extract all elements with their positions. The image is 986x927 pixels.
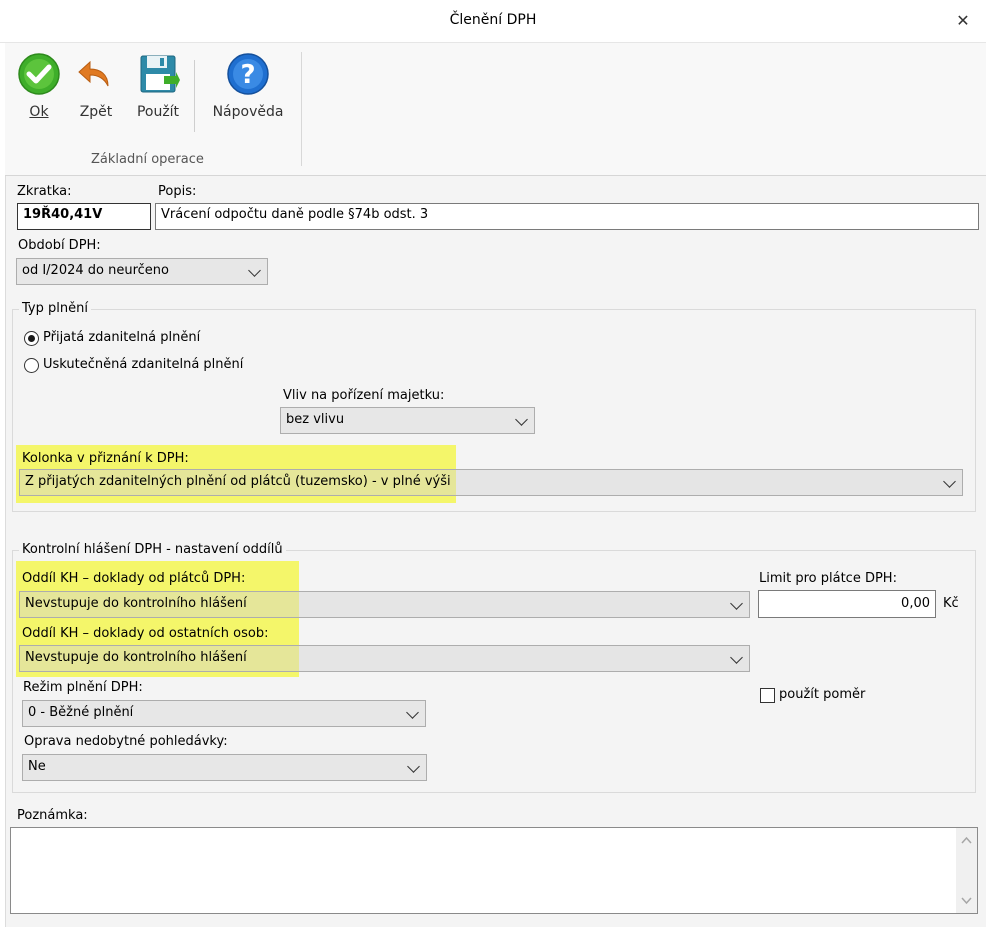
popis-input[interactable]: Vrácení odpočtu daně podle §74b odst. 3 — [155, 203, 979, 230]
help-question-icon: ? — [227, 53, 269, 95]
chevron-down-icon — [943, 475, 956, 488]
svg-text:?: ? — [240, 60, 255, 90]
chevron-down-icon — [407, 760, 420, 773]
obdobi-select[interactable]: od I/2024 do neurčeno — [16, 258, 268, 285]
chevron-down-icon — [730, 597, 743, 610]
save-floppy-icon — [140, 55, 180, 93]
radio-prijata-label[interactable]: Přijatá zdanitelná plnění — [43, 330, 200, 345]
kolonka-value: Z přijatých zdanitelných plnění od plátc… — [25, 474, 451, 489]
obdobi-value: od I/2024 do neurčeno — [22, 263, 169, 278]
close-icon: ✕ — [956, 11, 970, 30]
kolonka-label: Kolonka v přiznání k DPH: — [22, 451, 189, 466]
typ-plneni-legend: Typ plnění — [19, 301, 91, 316]
rezim-select[interactable]: 0 - Běžné plnění — [22, 700, 426, 727]
radio-selected-dot — [28, 335, 35, 342]
pomer-checkbox[interactable] — [760, 688, 775, 703]
oddil-ostatnich-select[interactable]: Nevstupuje do kontrolního hlášení — [19, 645, 750, 672]
radio-prijata[interactable] — [24, 331, 39, 346]
zkratka-input[interactable]: 19Ř40,41V — [17, 203, 151, 230]
close-button[interactable]: ✕ — [950, 8, 976, 34]
oprava-select[interactable]: Ne — [22, 754, 427, 781]
window-title: Členění DPH — [449, 12, 537, 28]
chevron-down-icon — [515, 413, 528, 426]
limit-unit: Kč — [943, 596, 959, 611]
rezim-label: Režim plnění DPH: — [23, 680, 143, 695]
kontrolni-hlaseni-legend: Kontrolní hlášení DPH - nastavení oddílů — [19, 542, 286, 557]
limit-label: Limit pro plátce DPH: — [759, 571, 897, 586]
oddil-platcu-label: Oddíl KH – doklady od plátců DPH: — [22, 571, 246, 586]
poznamka-scrollbar[interactable] — [956, 828, 977, 913]
oprava-label: Oprava nedobytné pohledávky: — [24, 734, 228, 749]
scroll-up-icon — [961, 836, 972, 844]
ok-label: Ok — [29, 104, 49, 120]
kolonka-select[interactable]: Z přijatých zdanitelných plnění od plátc… — [19, 469, 963, 496]
limit-input[interactable]: 0,00 — [758, 590, 936, 618]
obdobi-label: Období DPH: — [18, 238, 101, 253]
rezim-value: 0 - Běžné plnění — [28, 705, 134, 720]
ok-button[interactable]: Ok — [14, 52, 64, 127]
pomer-label[interactable]: použít poměr — [779, 687, 865, 702]
scroll-down-icon — [961, 897, 972, 905]
help-button[interactable]: ? Nápověda — [205, 52, 291, 127]
check-circle-icon — [18, 53, 60, 95]
radio-uskutecnena-label[interactable]: Uskutečněná zdanitelná plnění — [43, 357, 243, 372]
oddil-platcu-select[interactable]: Nevstupuje do kontrolního hlášení — [19, 591, 750, 618]
oddil-ostatnich-value: Nevstupuje do kontrolního hlášení — [25, 650, 247, 665]
poznamka-label: Poznámka: — [17, 808, 88, 823]
zkratka-label: Zkratka: — [17, 184, 72, 199]
back-label: Zpět — [79, 104, 113, 120]
radio-uskutecnena[interactable] — [24, 358, 39, 373]
vliv-select[interactable]: bez vlivu — [280, 407, 535, 434]
chevron-down-icon — [730, 651, 743, 664]
oprava-value: Ne — [28, 759, 46, 774]
apply-label: Použít — [136, 104, 180, 120]
poznamka-textarea[interactable] — [10, 827, 978, 914]
popis-label: Popis: — [158, 184, 197, 199]
oddil-platcu-value: Nevstupuje do kontrolního hlášení — [25, 596, 247, 611]
vliv-value: bez vlivu — [286, 412, 345, 427]
group-separator — [301, 52, 302, 166]
oddil-ostatnich-label: Oddíl KH – doklady od ostatních osob: — [22, 626, 269, 641]
vliv-label: Vliv na pořízení majetku: — [283, 388, 445, 403]
chevron-down-icon — [406, 706, 419, 719]
ribbon-group-label: Základní operace — [91, 152, 204, 167]
back-button[interactable]: Zpět — [72, 52, 120, 127]
apply-button[interactable]: Použít — [130, 52, 186, 127]
help-label: Nápověda — [212, 104, 284, 120]
undo-arrow-icon — [78, 60, 109, 87]
ribbon-separator — [194, 60, 195, 132]
chevron-down-icon — [248, 264, 261, 277]
